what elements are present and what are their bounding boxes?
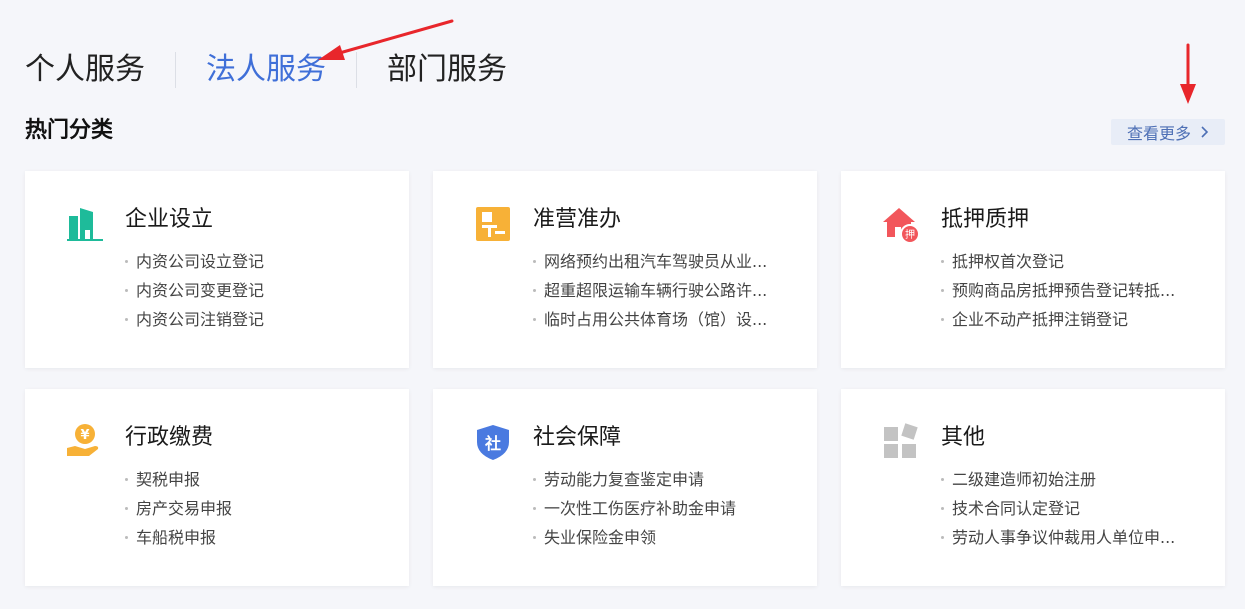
tab-personal-service[interactable]: 个人服务 [25,48,145,92]
list-item[interactable]: 二级建造师初始注册 [941,465,1202,494]
list-item[interactable]: 劳动能力复查鉴定申请 [533,465,794,494]
tab-department-service[interactable]: 部门服务 [387,48,507,92]
category-card-mortgage-pledge[interactable]: 押 抵押质押 抵押权首次登记 预购商品房抵押预告登记转抵... 企业不动产抵押注… [841,171,1225,368]
category-card-enterprise-setup[interactable]: 企业设立 内资公司设立登记 内资公司变更登记 内资公司注销登记 [25,171,409,368]
icon-symbol-text: ¥ [80,428,89,443]
card-item-list: 抵押权首次登记 预购商品房抵押预告登记转抵... 企业不动产抵押注销登记 [941,247,1202,334]
card-title[interactable]: 行政缴费 [125,422,213,454]
section-title: 热门分类 [25,118,114,143]
card-item-list: 内资公司设立登记 内资公司变更登记 内资公司注销登记 [125,247,386,334]
card-item-list: 契税申报 房产交易申报 车船税申报 [125,465,386,552]
view-more-label: 查看更多 [1126,124,1191,143]
card-item-list: 劳动能力复查鉴定申请 一次性工伤医疗补助金申请 失业保险金申领 [533,465,794,552]
card-title[interactable]: 社会保障 [533,422,621,454]
list-item[interactable]: 劳动人事争议仲裁用人单位申... [941,523,1202,552]
list-item[interactable]: 内资公司变更登记 [125,276,386,305]
card-title[interactable]: 抵押质押 [941,204,1029,236]
chevron-right-icon [1201,126,1209,138]
card-title[interactable]: 其他 [941,422,985,454]
list-item[interactable]: 房产交易申报 [125,494,386,523]
list-item[interactable]: 技术合同认定登记 [941,494,1202,523]
list-item[interactable]: 临时占用公共体育场（馆）设... [533,305,794,334]
card-title[interactable]: 准营准办 [533,204,621,236]
list-item[interactable]: 一次性工伤医疗补助金申请 [533,494,794,523]
other-blocks-icon [884,423,918,458]
tab-divider [175,52,176,88]
list-item[interactable]: 车船税申报 [125,523,386,552]
list-item[interactable]: 内资公司设立登记 [125,247,386,276]
card-title[interactable]: 企业设立 [125,204,213,236]
list-item[interactable]: 网络预约出租汽车驾驶员从业... [533,247,794,276]
annotation-arrow-icon [1180,43,1196,104]
list-item[interactable]: 内资公司注销登记 [125,305,386,334]
category-card-business-license[interactable]: 准营准办 网络预约出租汽车驾驶员从业... 超重超限运输车辆行驶公路许... 临… [433,171,817,368]
category-card-other[interactable]: 其他 二级建造师初始注册 技术合同认定登记 劳动人事争议仲裁用人单位申... [841,389,1225,586]
tab-legal-person-service[interactable]: 法人服务 [206,48,326,92]
list-item[interactable]: 企业不动产抵押注销登记 [941,305,1202,334]
license-icon [476,207,510,241]
card-item-list: 网络预约出租汽车驾驶员从业... 超重超限运输车辆行驶公路许... 临时占用公共… [533,247,794,334]
icon-badge-text: 社 [484,434,501,453]
social-shield-icon: 社 [477,425,509,460]
yen-payment-icon: ¥ [67,424,99,456]
house-mortgage-icon: 押 [883,208,920,244]
list-item[interactable]: 超重超限运输车辆行驶公路许... [533,276,794,305]
list-item[interactable]: 抵押权首次登记 [941,247,1202,276]
service-tabs: 个人服务 法人服务 部门服务 [25,48,507,92]
list-item[interactable]: 失业保险金申领 [533,523,794,552]
view-more-button[interactable]: 查看更多 [1111,119,1225,145]
list-item[interactable]: 契税申报 [125,465,386,494]
category-card-admin-fees[interactable]: ¥ 行政缴费 契税申报 房产交易申报 车船税申报 [25,389,409,586]
category-card-social-security[interactable]: 社 社会保障 劳动能力复查鉴定申请 一次性工伤医疗补助金申请 失业保险金申领 [433,389,817,586]
card-item-list: 二级建造师初始注册 技术合同认定登记 劳动人事争议仲裁用人单位申... [941,465,1202,552]
icon-badge-text: 押 [905,228,915,241]
tab-divider [356,52,357,88]
building-icon [67,208,103,241]
list-item[interactable]: 预购商品房抵押预告登记转抵... [941,276,1202,305]
